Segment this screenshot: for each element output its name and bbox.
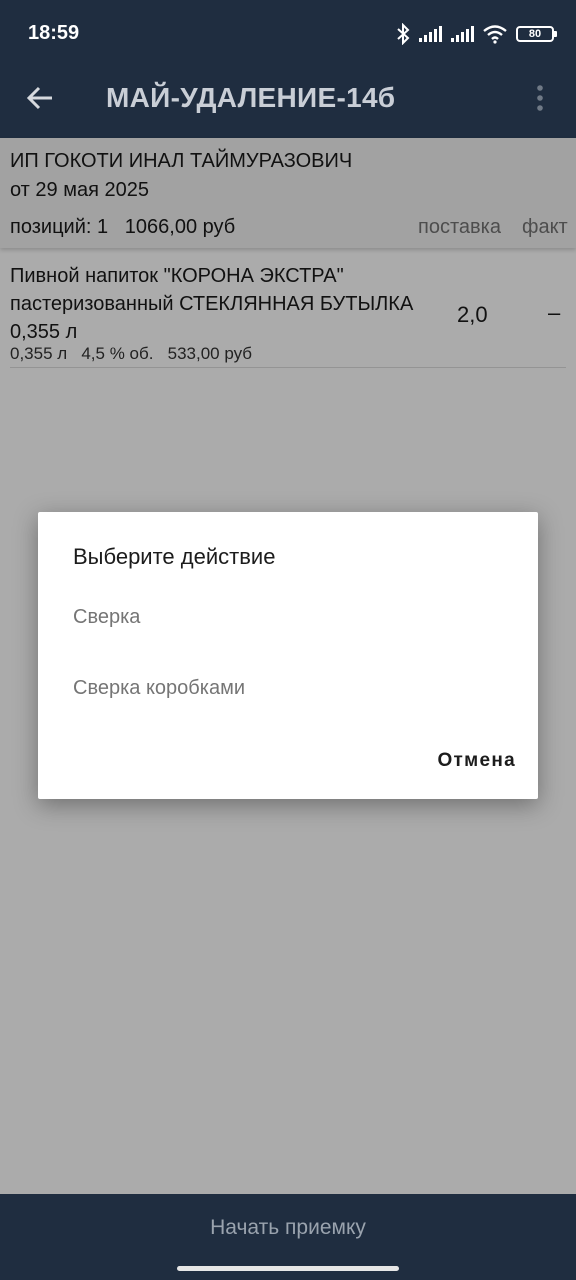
- document-header: ИП ГОКОТИ ИНАЛ ТАЙМУРАЗОВИЧ от 29 мая 20…: [0, 138, 576, 248]
- list-item[interactable]: Пивной напиток "КОРОНА ЭКСТРА" пастеризо…: [0, 250, 576, 368]
- more-vertical-icon[interactable]: [530, 80, 550, 116]
- action-dialog: Выберите действие Сверка Сверка коробкам…: [38, 512, 538, 799]
- wifi-icon: [482, 24, 508, 44]
- document-date: от 29 мая 2025: [10, 179, 149, 201]
- page-title: МАЙ-УДАЛЕНИЕ-14б: [106, 82, 396, 113]
- item-divider: [10, 367, 566, 368]
- cancel-button[interactable]: Отмена: [437, 750, 516, 772]
- back-arrow-icon[interactable]: [22, 80, 58, 116]
- document-summary: позиций: 1 1066,00 руб: [10, 216, 236, 238]
- signal-icon: [450, 25, 474, 43]
- item-meta: 0,355 л 4,5 % об. 533,00 руб: [10, 344, 253, 363]
- item-fact: –: [548, 300, 561, 325]
- battery-icon: 80: [516, 26, 557, 42]
- signal-icon: [418, 25, 442, 43]
- item-quantity: 2,0: [457, 302, 488, 327]
- status-icons: 80: [396, 20, 557, 48]
- supplier-name: ИП ГОКОТИ ИНАЛ ТАЙМУРАЗОВИЧ: [10, 150, 353, 172]
- column-fact-header: факт: [522, 216, 568, 238]
- column-supply-header: поставка: [418, 216, 501, 238]
- status-time: 18:59: [28, 22, 80, 44]
- status-bar: 18:59 80: [0, 0, 576, 58]
- option-sverka-boxes[interactable]: Сверка коробками: [73, 677, 245, 700]
- bluetooth-icon: [396, 23, 410, 45]
- option-sverka[interactable]: Сверка: [73, 606, 140, 629]
- start-receiving-button[interactable]: Начать приемку: [0, 1216, 576, 1240]
- gesture-bar[interactable]: [177, 1266, 399, 1271]
- dialog-title: Выберите действие: [73, 544, 276, 569]
- app-bar: МАЙ-УДАЛЕНИЕ-14б: [0, 58, 576, 138]
- item-name: Пивной напиток "КОРОНА ЭКСТРА" пастеризо…: [10, 265, 414, 343]
